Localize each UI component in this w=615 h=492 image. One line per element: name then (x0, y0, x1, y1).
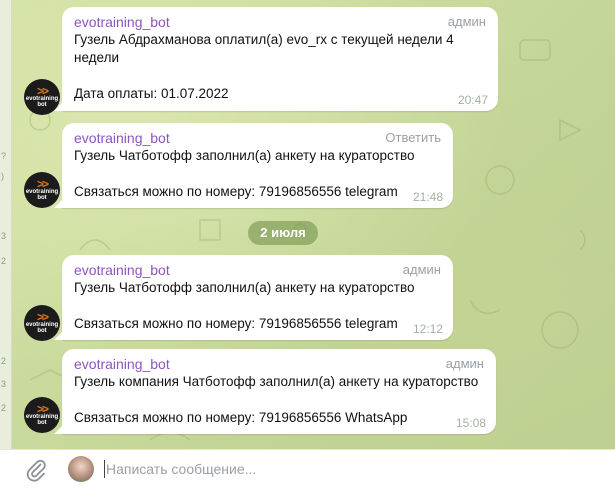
avatar-chevron-icon: >> (36, 310, 49, 324)
avatar-label: evotraining bot (25, 96, 59, 108)
bot-avatar[interactable]: >> evotraining bot (24, 397, 60, 433)
avatar-label: evotraining bot (25, 322, 59, 334)
message-sender[interactable]: evotraining_bot (74, 13, 486, 31)
strip-mark: 3 (1, 231, 7, 241)
message-bubble[interactable]: evotraining_bot админ Гузель Чатботофф з… (54, 255, 453, 340)
message[interactable]: evotraining_bot админ Гузель Чатботофф з… (54, 255, 453, 340)
left-panel-edge: ? ) 3 2 2 3 2 (0, 0, 12, 449)
message[interactable]: evotraining_bot админ Гузель Абдрахманов… (54, 7, 498, 111)
bot-avatar[interactable]: >> evotraining bot (24, 305, 60, 341)
message-time: 20:47 (457, 93, 488, 107)
strip-mark: ) (1, 171, 4, 181)
strip-mark: 2 (1, 356, 7, 366)
message-sender[interactable]: evotraining_bot (74, 355, 484, 373)
message-input[interactable] (106, 458, 586, 480)
avatar-chevron-icon: >> (36, 177, 49, 191)
text-caret (104, 460, 105, 478)
message-bubble[interactable]: evotraining_bot админ Гузель Абдрахманов… (54, 7, 498, 111)
bot-avatar[interactable]: >> evotraining bot (24, 79, 60, 115)
strip-mark: 3 (1, 379, 7, 389)
message[interactable]: evotraining_bot Ответить Гузель Чатботоф… (54, 123, 453, 208)
message-text: Гузель компания Чатботофф заполнил(а) ан… (74, 374, 479, 425)
message-text: Гузель Чатботофф заполнил(а) анкету на к… (74, 148, 415, 199)
message-role-badge: админ (447, 14, 486, 29)
message-role-badge: админ (402, 262, 441, 277)
strip-mark: ? (1, 151, 7, 161)
message-text: Гузель Чатботофф заполнил(а) анкету на к… (74, 280, 415, 331)
message[interactable]: evotraining_bot админ Гузель компания Ча… (54, 349, 496, 434)
message-bubble[interactable]: evotraining_bot админ Гузель компания Ча… (54, 349, 496, 434)
avatar-label: evotraining bot (25, 189, 59, 201)
message-bubble[interactable]: evotraining_bot Ответить Гузель Чатботоф… (54, 123, 453, 208)
message-sender[interactable]: evotraining_bot (74, 261, 441, 279)
strip-mark: 2 (1, 403, 7, 413)
message-composer (0, 449, 615, 492)
user-avatar[interactable] (68, 456, 94, 482)
message-time: 12:12 (412, 322, 443, 336)
message-role-badge: админ (445, 356, 484, 371)
avatar-chevron-icon: >> (36, 402, 49, 416)
strip-mark: 2 (1, 256, 7, 266)
bot-avatar[interactable]: >> evotraining bot (24, 172, 60, 208)
message-time: 21:48 (412, 190, 443, 204)
avatar-chevron-icon: >> (36, 84, 49, 98)
avatar-label: evotraining bot (25, 414, 59, 426)
paperclip-icon[interactable] (24, 458, 48, 482)
reply-button[interactable]: Ответить (385, 130, 441, 145)
message-time: 15:08 (455, 416, 486, 430)
date-divider: 2 июля (248, 221, 318, 245)
message-text: Гузель Абдрахманова оплатил(а) evo_rx с … (74, 32, 454, 101)
